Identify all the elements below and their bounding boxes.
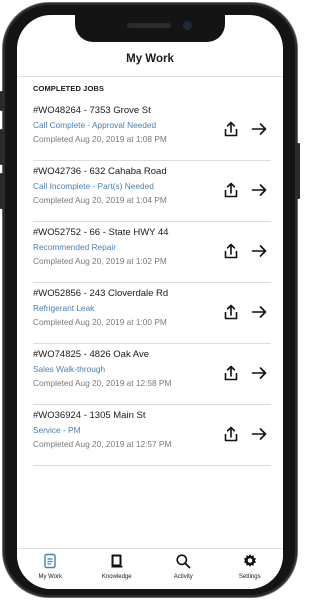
job-title: #WO74825 - 4826 Oak Ave [33, 349, 150, 360]
power-button [297, 143, 300, 199]
search-icon [176, 554, 191, 569]
row-divider [33, 465, 271, 466]
mute-switch [0, 91, 3, 111]
tab-icon-wrap [20, 553, 80, 569]
share-icon[interactable] [223, 426, 239, 442]
share-icon[interactable] [223, 365, 239, 381]
job-actions [223, 182, 267, 198]
clipboard-icon [44, 553, 56, 569]
tab-knowledge[interactable]: Knowledge [87, 553, 147, 589]
tab-label: My Work [38, 574, 63, 580]
job-title: #WO52856 - 243 Cloverdale Rd [33, 288, 169, 299]
arrow-right-icon[interactable] [251, 304, 267, 320]
book-icon [111, 554, 123, 568]
job-row[interactable]: #WO74825 - 4826 Oak Ave Sales Walk-throug… [17, 344, 283, 405]
share-icon[interactable] [223, 304, 239, 320]
front-camera [183, 21, 192, 30]
tab-icon-wrap [87, 553, 147, 569]
job-title: #WO36924 - 1305 Main St [33, 410, 146, 421]
section-header: COMPLETED JOBS [33, 84, 104, 93]
gear-icon [243, 554, 256, 567]
job-row[interactable]: #WO52856 - 243 Cloverdale Rd Refrigerant … [17, 283, 283, 344]
arrow-right-icon[interactable] [251, 365, 267, 381]
screen: My Work COMPLETED JOBS #WO48264 - 7353 G… [17, 15, 283, 589]
tab-activity[interactable]: Activity [153, 553, 213, 589]
job-title: #WO48264 - 7353 Grove St [33, 105, 151, 116]
job-title: #WO52752 - 66 - State HWY 44 [33, 227, 169, 238]
job-row[interactable]: #WO36924 - 1305 Main St Service - PM Compl… [17, 405, 283, 466]
job-row[interactable]: #WO52752 - 66 - State HWY 44 Recommended … [17, 222, 283, 283]
phone-frame: My Work COMPLETED JOBS #WO48264 - 7353 G… [0, 3, 300, 597]
job-actions [223, 365, 267, 381]
tab-my-work[interactable]: My Work [20, 553, 80, 589]
tab-icon-wrap [220, 553, 280, 569]
job-row[interactable]: #WO48264 - 7353 Grove St Call Complete - … [17, 100, 283, 161]
arrow-right-icon[interactable] [251, 243, 267, 259]
job-actions [223, 426, 267, 442]
arrow-right-icon[interactable] [251, 426, 267, 442]
tab-icon-wrap [153, 553, 213, 569]
volume-up-button [0, 129, 3, 165]
job-list: #WO48264 - 7353 Grove St Call Complete - … [17, 100, 283, 466]
arrow-right-icon[interactable] [251, 121, 267, 137]
share-icon[interactable] [223, 121, 239, 137]
volume-down-button [0, 173, 3, 209]
tab-settings[interactable]: Settings [220, 553, 280, 589]
arrow-right-icon[interactable] [251, 182, 267, 198]
tab-bar: My Work Knowledge Activity Settings [17, 548, 283, 589]
page-title: My Work [126, 53, 174, 65]
job-row[interactable]: #WO42736 - 632 Cahaba Road Call Incomplet… [17, 161, 283, 222]
tab-label: Activity [173, 574, 193, 580]
job-actions [223, 304, 267, 320]
tab-label: Settings [238, 574, 261, 580]
share-icon[interactable] [223, 243, 239, 259]
job-actions [223, 121, 267, 137]
notch [75, 15, 225, 42]
job-actions [223, 243, 267, 259]
tab-label: Knowledge [101, 574, 132, 580]
header-divider [17, 76, 283, 77]
job-title: #WO42736 - 632 Cahaba Road [33, 166, 167, 177]
share-icon[interactable] [223, 182, 239, 198]
speaker-grille [127, 23, 171, 28]
